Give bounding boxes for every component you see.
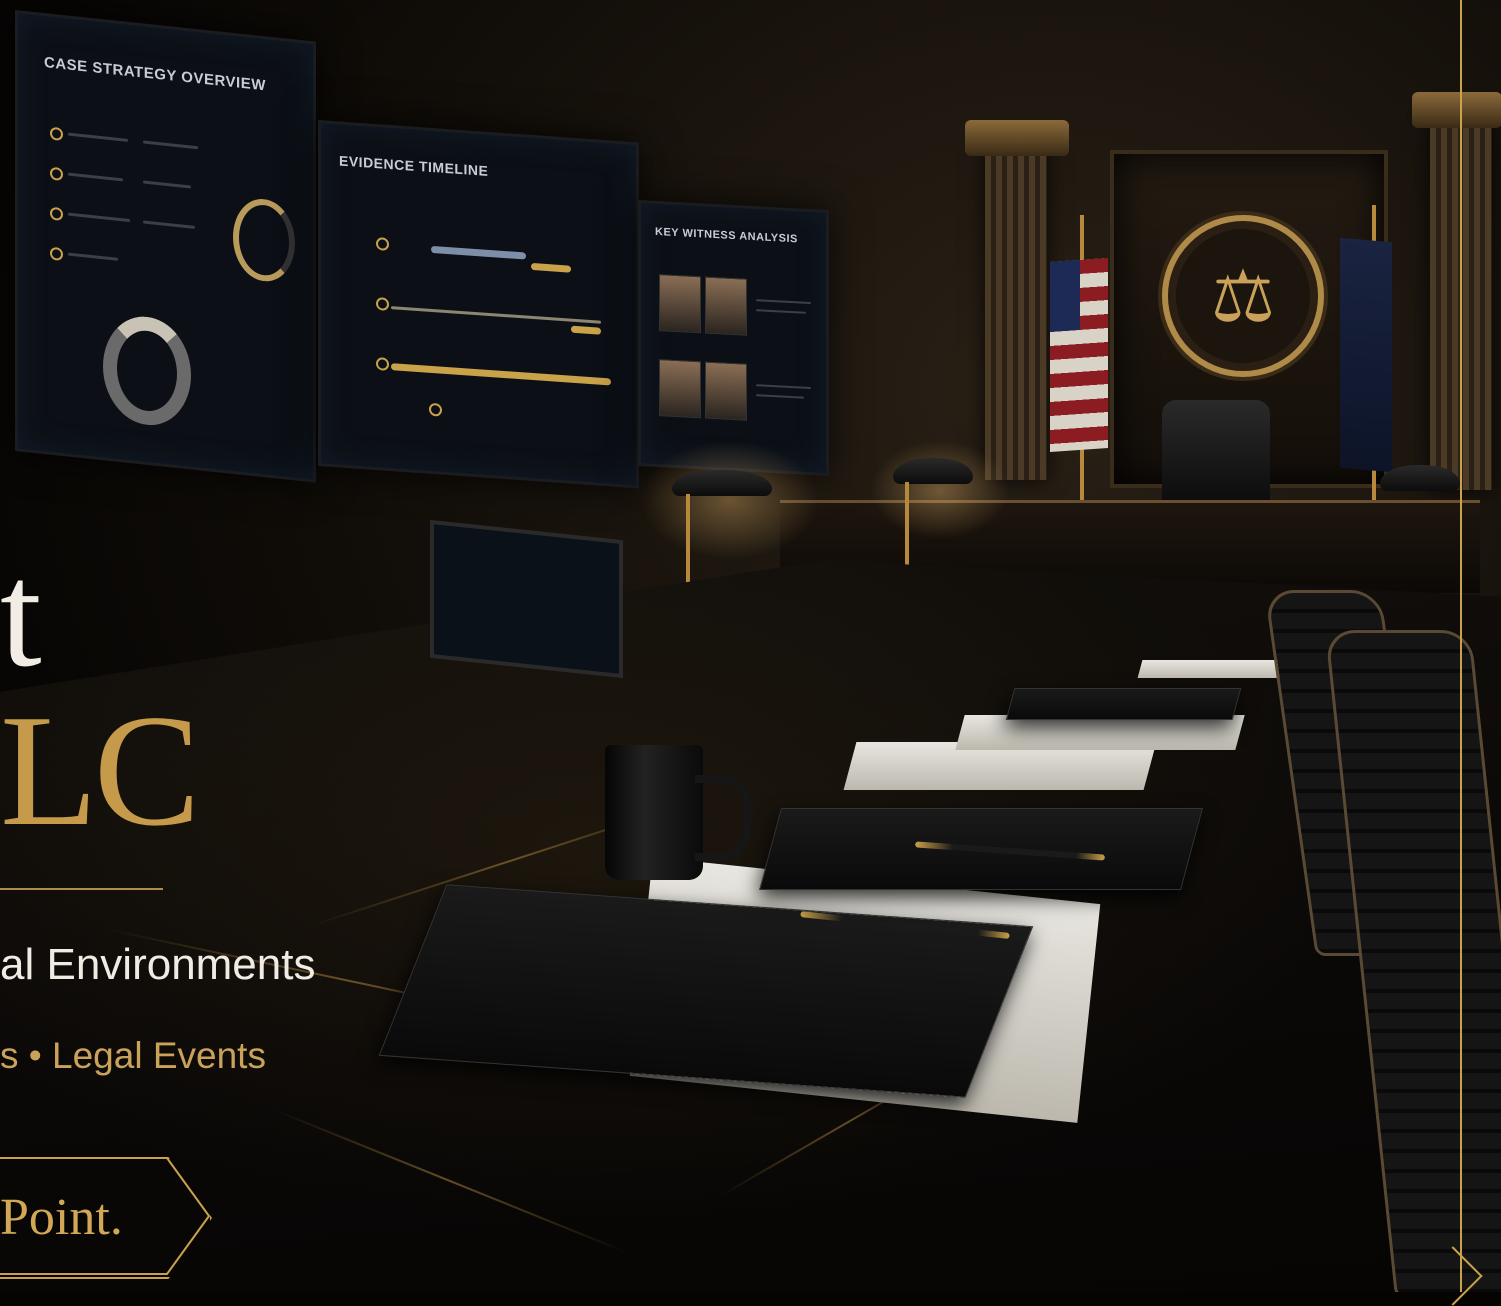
desk-lamp-icon (672, 470, 772, 496)
witness-notes (756, 384, 811, 390)
timeline-bar (431, 245, 526, 260)
witness-portrait (659, 359, 701, 419)
paper-document (955, 715, 1245, 750)
headline-fragment-bottom: LC (0, 681, 200, 859)
timeline-node (429, 402, 442, 417)
list-row (143, 180, 191, 189)
list-bullet (50, 166, 63, 182)
key-witness-title: KEY WITNESS ANALYSIS (655, 225, 798, 246)
mug-handle (695, 775, 751, 861)
tablet-dashboard (430, 519, 623, 679)
donut-chart-icon (233, 195, 295, 285)
column-capital-left (965, 120, 1069, 156)
timeline-axis (391, 306, 601, 324)
case-strategy-screen: CASE STRATEGY OVERVIEW (15, 10, 316, 483)
us-flag-icon (1050, 257, 1108, 453)
state-flag-icon (1340, 237, 1392, 473)
key-witness-screen: KEY WITNESS ANALYSIS (638, 200, 829, 477)
tagline: al Environments (0, 940, 316, 989)
leather-portfolio (1005, 688, 1242, 720)
list-row (143, 140, 198, 150)
timeline-node (376, 357, 389, 371)
coffee-mug-icon (605, 745, 703, 880)
list-bullet (50, 246, 63, 262)
marble-vein (273, 1108, 627, 1254)
lamp-glow (870, 440, 1010, 540)
list-row (143, 220, 195, 229)
timeline-node (376, 237, 389, 251)
cta-button-label[interactable]: Point. (0, 1188, 123, 1247)
list-bullet (50, 206, 63, 222)
courtroom-scene: ⚖ CASE STRATEGY OVERVIEW EVIDENCE TIMELI… (0, 0, 1501, 1292)
column-capital-right (1412, 92, 1501, 128)
lamp-glow (640, 440, 820, 560)
evidence-timeline-title: EVIDENCE TIMELINE (339, 152, 489, 179)
pie-chart-icon (103, 312, 191, 430)
evidence-timeline-screen: EVIDENCE TIMELINE (318, 120, 639, 489)
list-bullet (50, 126, 63, 142)
marble-column-left (985, 150, 1047, 480)
judge-chair (1162, 400, 1270, 510)
list-row (68, 132, 128, 142)
scales-of-justice-icon: ⚖ (1162, 215, 1324, 377)
timeline-node (376, 297, 389, 311)
services-list: s • Legal Events (0, 1035, 266, 1076)
headline-fragment-top: t (0, 532, 42, 698)
list-row (68, 172, 123, 182)
timeline-bar (391, 363, 611, 386)
witness-portrait (705, 361, 747, 421)
timeline-bar (571, 325, 601, 335)
witness-notes (756, 299, 811, 305)
timeline-bar (531, 262, 571, 273)
list-row (68, 252, 118, 261)
gold-frame-line (1460, 0, 1478, 1292)
case-strategy-title: CASE STRATEGY OVERVIEW (44, 54, 266, 95)
desk-lamp-icon (893, 458, 973, 484)
list-row (68, 212, 130, 223)
witness-portrait (705, 276, 747, 336)
desk-lamp-icon (1380, 465, 1460, 491)
witness-notes (756, 394, 804, 399)
witness-portrait (659, 274, 701, 334)
witness-notes (756, 309, 806, 314)
gold-divider (0, 888, 163, 890)
paper-document (1137, 660, 1293, 678)
